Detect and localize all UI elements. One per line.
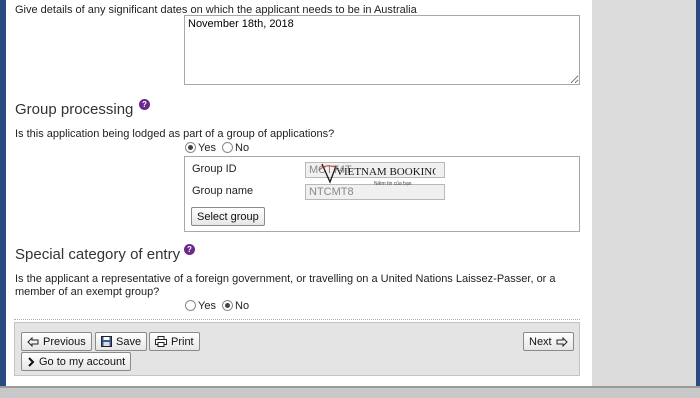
group-details-box: Group ID MCT74T Group name NTCMT8 Select… — [184, 156, 580, 232]
special-yes-label: Yes — [198, 300, 216, 312]
window-bottom-bar — [0, 386, 700, 398]
chevron-right-icon — [28, 356, 35, 367]
page-right-gutter — [592, 0, 696, 386]
floppy-disk-icon — [101, 336, 112, 347]
printer-icon — [155, 336, 167, 347]
special-help-icon[interactable]: ? — [184, 244, 195, 255]
special-question-line2: member of an exempt group? — [15, 286, 160, 298]
save-button[interactable]: Save — [95, 332, 148, 351]
special-radio-row: Yes No — [185, 300, 252, 312]
arrow-right-icon — [556, 336, 568, 347]
group-yes-label: Yes — [198, 142, 216, 154]
group-no-radio[interactable] — [222, 142, 234, 153]
print-label: Print — [171, 335, 194, 348]
print-button[interactable]: Print — [149, 332, 200, 351]
previous-label: Previous — [43, 335, 86, 348]
save-label: Save — [116, 335, 142, 348]
arrow-left-icon — [27, 336, 39, 347]
group-no-label: No — [235, 142, 250, 154]
next-label: Next — [529, 335, 552, 348]
form-page: Give details of any significant dates on… — [6, 0, 592, 386]
group-help-icon[interactable]: ? — [139, 99, 150, 110]
special-yes-radio[interactable] — [185, 300, 196, 311]
special-no-radio[interactable] — [222, 300, 234, 311]
section-divider — [14, 319, 580, 320]
special-question-line1: Is the applicant a representative of a f… — [15, 273, 556, 285]
special-category-title: Special category of entry — [15, 246, 181, 263]
dates-textarea[interactable]: November 18th, 2018 — [184, 15, 580, 85]
window-right-border — [696, 0, 700, 398]
group-name-field: NTCMT8 — [305, 184, 445, 200]
next-button[interactable]: Next — [523, 332, 574, 351]
group-radio-row: Yes No — [185, 142, 252, 154]
group-processing-title: Group processing — [15, 101, 134, 118]
go-to-account-label: Go to my account — [39, 355, 126, 368]
group-question: Is this application being lodged as part… — [15, 128, 335, 140]
navigation-panel: Previous Save Print Next Go to my accoun… — [14, 322, 580, 376]
group-id-field: MCT74T — [305, 162, 445, 178]
group-yes-radio[interactable] — [185, 142, 196, 153]
previous-button[interactable]: Previous — [21, 332, 92, 351]
go-to-account-button[interactable]: Go to my account — [21, 352, 132, 371]
group-name-label: Group name — [192, 185, 254, 197]
select-group-button[interactable]: Select group — [191, 207, 265, 226]
group-id-label: Group ID — [192, 163, 237, 175]
special-no-label: No — [235, 300, 250, 312]
select-group-label: Select group — [197, 210, 259, 223]
